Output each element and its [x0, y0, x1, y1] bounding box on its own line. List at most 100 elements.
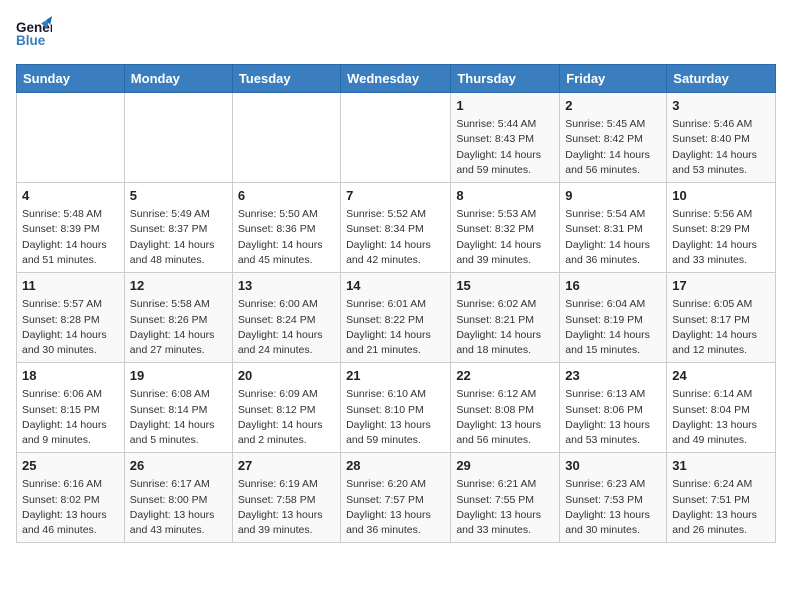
day-info: Sunrise: 5:57 AM Sunset: 8:28 PM Dayligh…	[22, 297, 119, 358]
calendar-cell: 3 Sunrise: 5:46 AM Sunset: 8:40 PM Daylig…	[667, 93, 776, 183]
day-number: 18	[22, 367, 119, 385]
day-info: Sunrise: 6:06 AM Sunset: 8:15 PM Dayligh…	[22, 387, 119, 448]
day-number: 31	[672, 457, 770, 475]
day-info: Sunrise: 5:53 AM Sunset: 8:32 PM Dayligh…	[456, 207, 554, 268]
day-info: Sunrise: 6:24 AM Sunset: 7:51 PM Dayligh…	[672, 477, 770, 538]
header: General Blue	[16, 16, 776, 52]
day-number: 28	[346, 457, 445, 475]
day-info: Sunrise: 5:54 AM Sunset: 8:31 PM Dayligh…	[565, 207, 661, 268]
day-info: Sunrise: 6:13 AM Sunset: 8:06 PM Dayligh…	[565, 387, 661, 448]
day-info: Sunrise: 6:20 AM Sunset: 7:57 PM Dayligh…	[346, 477, 445, 538]
calendar-cell	[17, 93, 125, 183]
day-info: Sunrise: 5:56 AM Sunset: 8:29 PM Dayligh…	[672, 207, 770, 268]
calendar-cell: 9 Sunrise: 5:54 AM Sunset: 8:31 PM Daylig…	[560, 183, 667, 273]
day-info: Sunrise: 6:08 AM Sunset: 8:14 PM Dayligh…	[130, 387, 227, 448]
day-info: Sunrise: 5:58 AM Sunset: 8:26 PM Dayligh…	[130, 297, 227, 358]
weekday-header-tuesday: Tuesday	[232, 65, 340, 93]
day-number: 23	[565, 367, 661, 385]
day-info: Sunrise: 5:52 AM Sunset: 8:34 PM Dayligh…	[346, 207, 445, 268]
day-info: Sunrise: 6:23 AM Sunset: 7:53 PM Dayligh…	[565, 477, 661, 538]
calendar-header: SundayMondayTuesdayWednesdayThursdayFrid…	[17, 65, 776, 93]
day-number: 26	[130, 457, 227, 475]
calendar-cell: 14 Sunrise: 6:01 AM Sunset: 8:22 PM Dayli…	[341, 273, 451, 363]
calendar-cell: 7 Sunrise: 5:52 AM Sunset: 8:34 PM Daylig…	[341, 183, 451, 273]
day-number: 29	[456, 457, 554, 475]
day-number: 1	[456, 97, 554, 115]
calendar-cell: 20Sunrise: 6:09 AM Sunset: 8:12 PM Dayli…	[232, 363, 340, 453]
weekday-header-wednesday: Wednesday	[341, 65, 451, 93]
calendar-cell: 22Sunrise: 6:12 AM Sunset: 8:08 PM Dayli…	[451, 363, 560, 453]
day-info: Sunrise: 6:04 AM Sunset: 8:19 PM Dayligh…	[565, 297, 661, 358]
day-number: 16	[565, 277, 661, 295]
week-row-5: 25 Sunrise: 6:16 AM Sunset: 8:02 PM Dayli…	[17, 453, 776, 543]
day-number: 8	[456, 187, 554, 205]
day-number: 21	[346, 367, 445, 385]
day-number: 20	[238, 367, 335, 385]
calendar-cell: 2 Sunrise: 5:45 AM Sunset: 8:42 PM Daylig…	[560, 93, 667, 183]
day-number: 19	[130, 367, 227, 385]
calendar-cell: 31 Sunrise: 6:24 AM Sunset: 7:51 PM Dayli…	[667, 453, 776, 543]
day-number: 30	[565, 457, 661, 475]
logo-icon: General Blue	[16, 16, 52, 52]
day-info: Sunrise: 5:45 AM Sunset: 8:42 PM Dayligh…	[565, 117, 661, 178]
day-number: 7	[346, 187, 445, 205]
day-number: 2	[565, 97, 661, 115]
calendar-cell: 16 Sunrise: 6:04 AM Sunset: 8:19 PM Dayli…	[560, 273, 667, 363]
day-number: 6	[238, 187, 335, 205]
day-info: Sunrise: 5:49 AM Sunset: 8:37 PM Dayligh…	[130, 207, 227, 268]
calendar-cell: 27 Sunrise: 6:19 AM Sunset: 7:58 PM Dayli…	[232, 453, 340, 543]
day-number: 17	[672, 277, 770, 295]
day-info: Sunrise: 6:16 AM Sunset: 8:02 PM Dayligh…	[22, 477, 119, 538]
calendar-cell: 25 Sunrise: 6:16 AM Sunset: 8:02 PM Dayli…	[17, 453, 125, 543]
calendar-cell: 21 Sunrise: 6:10 AM Sunset: 8:10 PM Dayli…	[341, 363, 451, 453]
calendar-cell: 26 Sunrise: 6:17 AM Sunset: 8:00 PM Dayli…	[124, 453, 232, 543]
day-number: 11	[22, 277, 119, 295]
calendar-cell: 5 Sunrise: 5:49 AM Sunset: 8:37 PM Daylig…	[124, 183, 232, 273]
week-row-3: 11 Sunrise: 5:57 AM Sunset: 8:28 PM Dayli…	[17, 273, 776, 363]
calendar-cell: 1 Sunrise: 5:44 AM Sunset: 8:43 PM Daylig…	[451, 93, 560, 183]
day-number: 15	[456, 277, 554, 295]
day-number: 25	[22, 457, 119, 475]
calendar-cell	[341, 93, 451, 183]
calendar-cell: 11 Sunrise: 5:57 AM Sunset: 8:28 PM Dayli…	[17, 273, 125, 363]
calendar-cell: 28 Sunrise: 6:20 AM Sunset: 7:57 PM Dayli…	[341, 453, 451, 543]
calendar-body: 1 Sunrise: 5:44 AM Sunset: 8:43 PM Daylig…	[17, 93, 776, 543]
weekday-header-thursday: Thursday	[451, 65, 560, 93]
day-number: 5	[130, 187, 227, 205]
calendar-cell: 19 Sunrise: 6:08 AM Sunset: 8:14 PM Dayli…	[124, 363, 232, 453]
week-row-2: 4Sunrise: 5:48 AM Sunset: 8:39 PM Daylig…	[17, 183, 776, 273]
day-info: Sunrise: 6:14 AM Sunset: 8:04 PM Dayligh…	[672, 387, 770, 448]
day-info: Sunrise: 6:19 AM Sunset: 7:58 PM Dayligh…	[238, 477, 335, 538]
calendar-cell: 8 Sunrise: 5:53 AM Sunset: 8:32 PM Daylig…	[451, 183, 560, 273]
calendar-cell: 13Sunrise: 6:00 AM Sunset: 8:24 PM Dayli…	[232, 273, 340, 363]
calendar-cell: 18 Sunrise: 6:06 AM Sunset: 8:15 PM Dayli…	[17, 363, 125, 453]
day-number: 9	[565, 187, 661, 205]
day-info: Sunrise: 6:10 AM Sunset: 8:10 PM Dayligh…	[346, 387, 445, 448]
day-info: Sunrise: 6:01 AM Sunset: 8:22 PM Dayligh…	[346, 297, 445, 358]
weekday-header-saturday: Saturday	[667, 65, 776, 93]
calendar-cell: 6 Sunrise: 5:50 AM Sunset: 8:36 PM Daylig…	[232, 183, 340, 273]
calendar-cell: 17Sunrise: 6:05 AM Sunset: 8:17 PM Dayli…	[667, 273, 776, 363]
calendar-cell: 30 Sunrise: 6:23 AM Sunset: 7:53 PM Dayli…	[560, 453, 667, 543]
day-number: 10	[672, 187, 770, 205]
day-number: 3	[672, 97, 770, 115]
day-info: Sunrise: 6:17 AM Sunset: 8:00 PM Dayligh…	[130, 477, 227, 538]
calendar-cell	[232, 93, 340, 183]
weekday-header-row: SundayMondayTuesdayWednesdayThursdayFrid…	[17, 65, 776, 93]
day-info: Sunrise: 5:44 AM Sunset: 8:43 PM Dayligh…	[456, 117, 554, 178]
day-number: 13	[238, 277, 335, 295]
day-info: Sunrise: 6:12 AM Sunset: 8:08 PM Dayligh…	[456, 387, 554, 448]
day-info: Sunrise: 5:50 AM Sunset: 8:36 PM Dayligh…	[238, 207, 335, 268]
day-number: 14	[346, 277, 445, 295]
calendar-cell: 12Sunrise: 5:58 AM Sunset: 8:26 PM Dayli…	[124, 273, 232, 363]
calendar-cell: 24Sunrise: 6:14 AM Sunset: 8:04 PM Dayli…	[667, 363, 776, 453]
day-info: Sunrise: 6:02 AM Sunset: 8:21 PM Dayligh…	[456, 297, 554, 358]
weekday-header-sunday: Sunday	[17, 65, 125, 93]
day-info: Sunrise: 5:46 AM Sunset: 8:40 PM Dayligh…	[672, 117, 770, 178]
svg-text:Blue: Blue	[16, 33, 46, 48]
logo: General Blue	[16, 16, 52, 52]
week-row-1: 1 Sunrise: 5:44 AM Sunset: 8:43 PM Daylig…	[17, 93, 776, 183]
day-number: 27	[238, 457, 335, 475]
calendar-cell	[124, 93, 232, 183]
weekday-header-friday: Friday	[560, 65, 667, 93]
